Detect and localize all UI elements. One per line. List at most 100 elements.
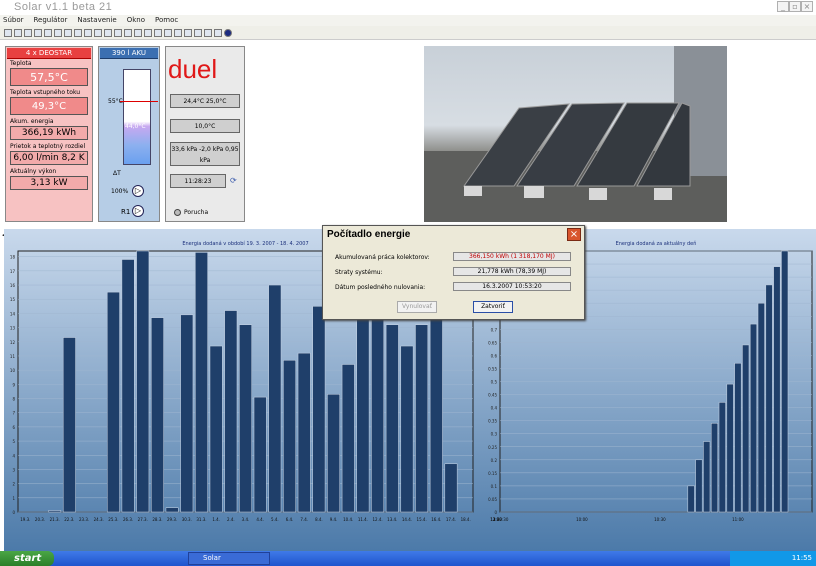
close-dialog-button[interactable]: Zatvoriť xyxy=(473,301,513,313)
tray-clock: 11:55 xyxy=(791,554,812,562)
info-icon[interactable] xyxy=(224,28,232,37)
system-tray: 11:55 xyxy=(730,551,816,566)
tool-icon[interactable] xyxy=(124,28,132,37)
tool-icon[interactable] xyxy=(54,28,62,37)
bar xyxy=(121,259,135,513)
bar xyxy=(710,423,719,513)
clock-icon[interactable]: ⟳ xyxy=(230,176,237,185)
x-tick-label: 1.4. xyxy=(212,517,220,522)
bar xyxy=(429,314,443,513)
tool-icon[interactable] xyxy=(204,28,212,37)
row-label-reset-date: Dátum posledného nulovania: xyxy=(335,284,426,291)
toolbar xyxy=(0,26,816,40)
menu-help[interactable]: Pomoc xyxy=(155,15,178,26)
reset-button[interactable]: Vynulovať xyxy=(397,301,437,313)
tool-icon[interactable] xyxy=(164,28,172,37)
dialog-close-icon[interactable]: × xyxy=(567,228,581,241)
photo-illustration xyxy=(424,46,727,222)
bar xyxy=(773,266,781,513)
delta-t-label: ΔT xyxy=(113,170,121,177)
tool-icon[interactable] xyxy=(194,28,202,37)
tank-gauge xyxy=(123,69,151,165)
tool-icon[interactable] xyxy=(134,28,142,37)
y-tick-label: 1 xyxy=(12,496,15,501)
y-tick-label: 9 xyxy=(12,382,15,387)
y-tick-label: 0.4 xyxy=(491,406,498,411)
row-label-losses: Straty systému: xyxy=(335,269,383,276)
y-tick-label: 0 xyxy=(494,510,497,515)
y-tick-label: 0.05 xyxy=(488,497,497,502)
solar-panels-photo xyxy=(424,46,727,222)
menu-regulator[interactable]: Regulátor xyxy=(33,15,67,26)
duel-panel: duel 24,4°C 25,0°C 10,0°C 33,6 kPa -2,0 … xyxy=(165,46,245,222)
x-tick-label: 19.3. xyxy=(20,517,30,522)
close-button[interactable]: × xyxy=(801,1,813,12)
x-tick-label: 6.4. xyxy=(286,517,294,522)
x-tick-label: 16.4. xyxy=(431,517,441,522)
y-tick-label: 0.35 xyxy=(488,419,497,424)
bar xyxy=(195,252,208,513)
y-tick-label: 15 xyxy=(10,297,16,302)
y-tick-label: 0.55 xyxy=(488,366,497,371)
y-tick-label: 0.3 xyxy=(491,432,498,437)
value-energy: 366,19 kWh xyxy=(10,126,88,140)
taskbar-task-solar[interactable]: Solar xyxy=(188,552,270,565)
bar xyxy=(749,323,758,513)
tool-icon[interactable] xyxy=(174,28,182,37)
tool-icon[interactable] xyxy=(184,28,192,37)
tool-icon[interactable] xyxy=(44,28,52,37)
x-tick-label: 9.4. xyxy=(330,517,338,522)
tool-icon[interactable] xyxy=(94,28,102,37)
tool-icon[interactable] xyxy=(14,28,22,37)
x-tick-label: 22.3. xyxy=(64,517,74,522)
bar xyxy=(253,396,267,513)
x-tick-label: 4.4. xyxy=(256,517,264,522)
bar xyxy=(341,364,355,513)
bar xyxy=(742,344,750,513)
x-tick-label: 8.4. xyxy=(315,517,323,522)
x-tick-label: 25.3. xyxy=(108,517,118,522)
bar xyxy=(224,310,238,513)
tool-icon[interactable] xyxy=(104,28,112,37)
restore-button[interactable]: ▫ xyxy=(789,1,801,12)
pressure-readout: 33,6 kPa -2,0 kPa 0,95 kPa xyxy=(170,142,240,166)
tool-icon[interactable] xyxy=(64,28,72,37)
tool-icon[interactable] xyxy=(84,28,92,37)
tool-icon[interactable] xyxy=(34,28,42,37)
x-tick-label: 13:00 xyxy=(490,517,502,522)
tool-icon[interactable] xyxy=(74,28,82,37)
pump-icon: ▷ xyxy=(132,185,144,197)
menu-window[interactable]: Okno xyxy=(127,15,145,26)
bar xyxy=(268,284,282,513)
x-tick-label: 23.3. xyxy=(79,517,89,522)
tool-icon[interactable] xyxy=(144,28,152,37)
x-tick-label: 10:00 xyxy=(576,517,588,522)
x-tick-label: 3.4. xyxy=(242,517,250,522)
bar xyxy=(62,337,76,513)
minimize-button[interactable]: _ xyxy=(777,1,789,12)
dialog-title: Počítadlo energie xyxy=(327,229,411,240)
tool-icon[interactable] xyxy=(4,28,12,37)
collector-temps: 24,4°C 25,0°C xyxy=(170,94,240,108)
bar xyxy=(48,510,62,513)
x-tick-label: 29.3. xyxy=(167,517,177,522)
menu-settings[interactable]: Nastavenie xyxy=(77,15,116,26)
tool-icon[interactable] xyxy=(154,28,162,37)
start-button[interactable]: start xyxy=(0,551,54,566)
clock-readout: 11:28:23 xyxy=(170,174,226,188)
bar xyxy=(444,463,458,513)
x-tick-label: 13.4. xyxy=(387,517,397,522)
y-tick-label: 17 xyxy=(10,269,16,274)
x-tick-label: 5.4. xyxy=(271,517,279,522)
label-flow: Prietok a teplotný rozdiel xyxy=(10,143,86,150)
tool-icon[interactable] xyxy=(24,28,32,37)
menu-file[interactable]: Súbor xyxy=(3,15,23,26)
title-bar: Solar v1.1 beta 21 _ ▫ × xyxy=(0,0,816,15)
y-tick-label: 4 xyxy=(12,453,15,458)
tool-icon[interactable] xyxy=(214,28,222,37)
bar xyxy=(415,324,429,513)
tool-icon[interactable] xyxy=(114,28,122,37)
label-power: Aktuálny výkon xyxy=(10,168,57,175)
label-temperature: Teplota xyxy=(10,60,32,67)
row-value-reset-date: 16.3.2007 10:53:20 xyxy=(453,282,571,291)
